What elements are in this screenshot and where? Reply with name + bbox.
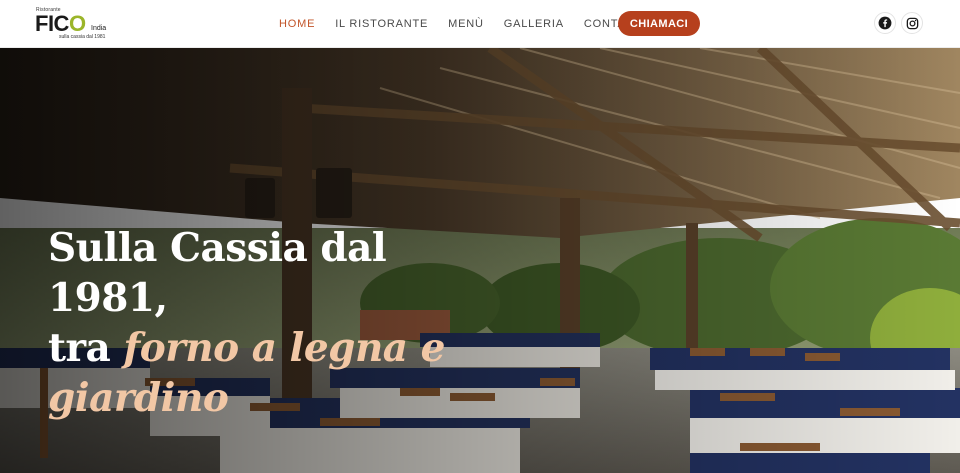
hero-line-2-plain: tra	[48, 325, 124, 371]
logo-name: FICO	[35, 11, 86, 36]
logo[interactable]: Ristorante FICO India sulla cassia dal 1…	[35, 7, 115, 41]
nav-item-il-ristorante[interactable]: IL RISTORANTE	[335, 17, 428, 31]
call-button[interactable]: CHIAMACI	[618, 11, 700, 36]
facebook-link[interactable]	[874, 12, 896, 34]
logo-tagline: sulla cassia dal 1981	[59, 34, 106, 40]
facebook-icon	[878, 16, 892, 30]
hero-headline: Sulla Cassia dal 1981, tra forno a legna…	[48, 223, 488, 423]
site-header: Ristorante FICO India sulla cassia dal 1…	[0, 0, 960, 48]
hero-line-3-accent: giardino	[48, 375, 229, 421]
instagram-icon	[906, 17, 918, 29]
logo-suffix: India	[91, 25, 107, 32]
main-nav: HOME IL RISTORANTE MENÙ GALLERIA CONTATT…	[279, 17, 664, 31]
nav-item-home[interactable]: HOME	[279, 17, 315, 31]
hero-line-1: Sulla Cassia dal 1981,	[48, 225, 387, 321]
hero-line-2-accent: forno a legna e	[123, 325, 445, 371]
instagram-link[interactable]	[901, 12, 923, 34]
nav-item-menu[interactable]: MENÙ	[448, 17, 484, 31]
hero-section: Sulla Cassia dal 1981, tra forno a legna…	[0, 48, 960, 473]
nav-item-galleria[interactable]: GALLERIA	[504, 17, 564, 31]
